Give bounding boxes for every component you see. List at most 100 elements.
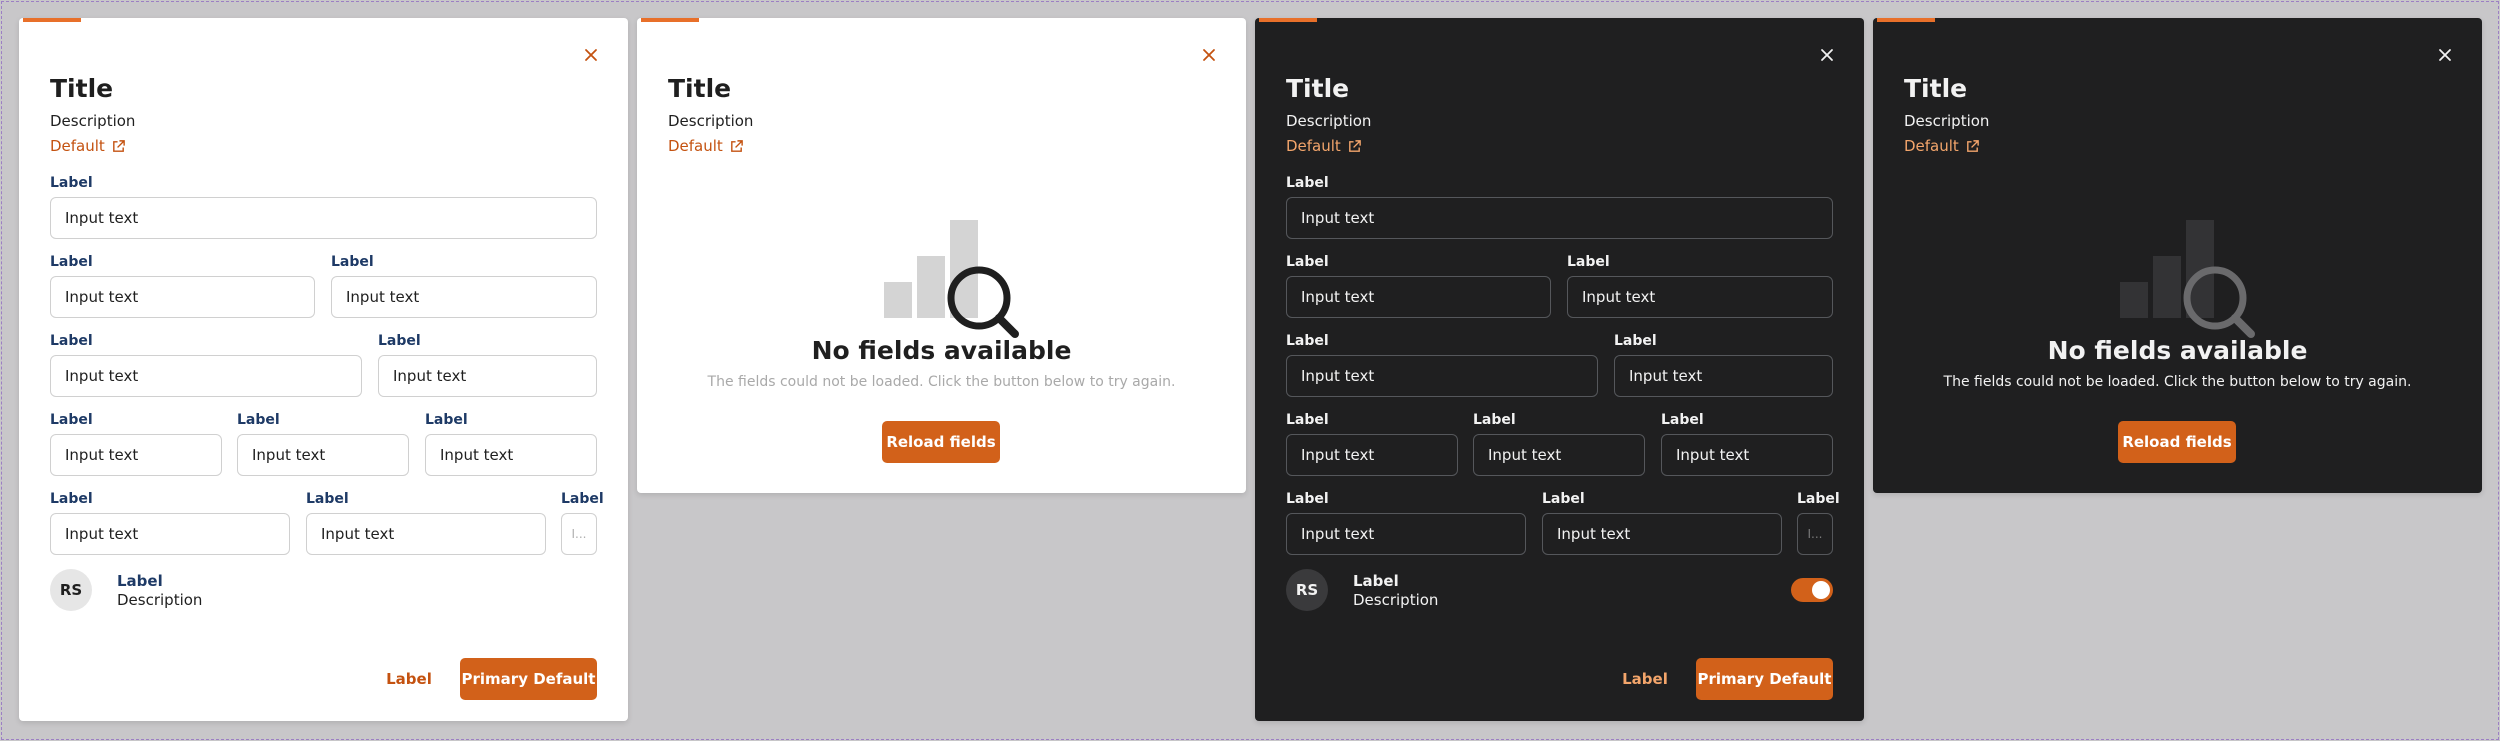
- empty-state-title: No fields available: [811, 336, 1072, 365]
- field-label: Label: [306, 491, 349, 507]
- default-link[interactable]: Default: [1904, 137, 1980, 155]
- secondary-button[interactable]: Label: [1620, 658, 1670, 700]
- text-input[interactable]: Input text: [1567, 276, 1833, 318]
- field-label: Label: [1797, 491, 1840, 507]
- field-label: Label: [1286, 254, 1329, 270]
- text-input[interactable]: Input text: [1614, 355, 1833, 397]
- close-icon: [1203, 49, 1215, 61]
- field-label: Label: [1286, 412, 1329, 428]
- modal-header: Title Description Default: [50, 74, 135, 155]
- default-link[interactable]: Default: [1286, 137, 1362, 155]
- text-input[interactable]: Input text: [50, 276, 315, 318]
- empty-modal-dark: Title Description Default No fields avai…: [1873, 18, 2482, 493]
- empty-state-title: No fields available: [2047, 336, 2308, 365]
- close-icon: [1821, 49, 1833, 61]
- person-description: Description: [117, 591, 203, 609]
- empty-state-chart-search-icon: [884, 220, 1019, 338]
- text-input[interactable]: Input text: [50, 355, 362, 397]
- external-link-icon: [1348, 139, 1361, 152]
- text-input[interactable]: Input text: [378, 355, 597, 397]
- text-input[interactable]: Input text: [1286, 276, 1551, 318]
- modal-title: Title: [1904, 74, 1968, 103]
- toggle-switch[interactable]: [1791, 578, 1833, 602]
- toggle-knob: [1812, 581, 1830, 599]
- reload-fields-button[interactable]: Reload fields: [2118, 421, 2236, 463]
- default-link-label: Default: [1286, 137, 1341, 155]
- empty-state-description: The fields could not be loaded. Click th…: [1943, 374, 2412, 390]
- text-input[interactable]: Input text: [425, 434, 597, 476]
- text-input[interactable]: Input text: [1286, 513, 1526, 555]
- close-button[interactable]: [580, 44, 602, 66]
- default-link-label: Default: [50, 137, 105, 155]
- text-input[interactable]: Input text: [1286, 434, 1458, 476]
- field-label: Label: [50, 491, 93, 507]
- empty-modal-light: Title Description Default No fields avai…: [637, 18, 1246, 493]
- field-label: Label: [50, 333, 93, 349]
- external-link-icon: [112, 139, 125, 152]
- close-icon: [585, 49, 597, 61]
- text-input[interactable]: Input text: [1473, 434, 1645, 476]
- text-input[interactable]: Input text: [237, 434, 409, 476]
- close-button[interactable]: [1198, 44, 1220, 66]
- default-link[interactable]: Default: [668, 137, 744, 155]
- field-label: Label: [1614, 333, 1657, 349]
- form-modal-dark: Title Description Default Label Input te…: [1255, 18, 1864, 721]
- accent-bar: [1877, 18, 1935, 22]
- modal-description: Description: [1904, 112, 1990, 130]
- form-modal-light: Title Description Default Label Input te…: [19, 18, 628, 721]
- field-label: Label: [1661, 412, 1704, 428]
- modal-title: Title: [1286, 74, 1350, 103]
- text-input-truncated[interactable]: I...: [561, 513, 597, 555]
- text-input[interactable]: Input text: [50, 434, 222, 476]
- person-label: Label: [117, 572, 163, 590]
- text-input[interactable]: Input text: [306, 513, 546, 555]
- external-link-icon: [1966, 139, 1979, 152]
- modal-header: Title Description Default: [668, 74, 753, 155]
- empty-state-description: The fields could not be loaded. Click th…: [707, 374, 1176, 390]
- empty-state-chart-search-icon: [2120, 220, 2255, 338]
- accent-bar: [641, 18, 699, 22]
- field-label: Label: [378, 333, 421, 349]
- reload-fields-button[interactable]: Reload fields: [882, 421, 1000, 463]
- avatar: RS: [1286, 569, 1328, 611]
- person-description: Description: [1353, 591, 1439, 609]
- field-label: Label: [331, 254, 374, 270]
- modal-description: Description: [668, 112, 754, 130]
- field-label: Label: [1286, 333, 1329, 349]
- field-label: Label: [425, 412, 468, 428]
- text-input[interactable]: Input text: [50, 197, 597, 239]
- field-label: Label: [1542, 491, 1585, 507]
- accent-bar: [23, 18, 81, 22]
- default-link-label: Default: [1904, 137, 1959, 155]
- modal-title: Title: [668, 74, 732, 103]
- text-input[interactable]: Input text: [331, 276, 597, 318]
- text-input[interactable]: Input text: [1661, 434, 1833, 476]
- field-label: Label: [1567, 254, 1610, 270]
- accent-bar: [1259, 18, 1317, 22]
- text-input[interactable]: Input text: [1286, 197, 1833, 239]
- modal-description: Description: [1286, 112, 1372, 130]
- field-label: Label: [50, 175, 93, 191]
- field-label: Label: [1473, 412, 1516, 428]
- field-label: Label: [237, 412, 280, 428]
- text-input[interactable]: Input text: [1286, 355, 1598, 397]
- field-label: Label: [1286, 491, 1329, 507]
- person-label: Label: [1353, 572, 1399, 590]
- modal-header: Title Description Default: [1286, 74, 1371, 155]
- text-input[interactable]: Input text: [1542, 513, 1782, 555]
- modal-description: Description: [50, 112, 136, 130]
- default-link[interactable]: Default: [50, 137, 126, 155]
- primary-button[interactable]: Primary Default: [1696, 658, 1833, 700]
- avatar: RS: [50, 569, 92, 611]
- text-input-truncated[interactable]: I...: [1797, 513, 1833, 555]
- secondary-button[interactable]: Label: [384, 658, 434, 700]
- text-input[interactable]: Input text: [50, 513, 290, 555]
- primary-button[interactable]: Primary Default: [460, 658, 597, 700]
- external-link-icon: [730, 139, 743, 152]
- modal-title: Title: [50, 74, 114, 103]
- field-label: Label: [561, 491, 604, 507]
- modal-header: Title Description Default: [1904, 74, 1989, 155]
- close-button[interactable]: [2434, 44, 2456, 66]
- field-label: Label: [1286, 175, 1329, 191]
- close-button[interactable]: [1816, 44, 1838, 66]
